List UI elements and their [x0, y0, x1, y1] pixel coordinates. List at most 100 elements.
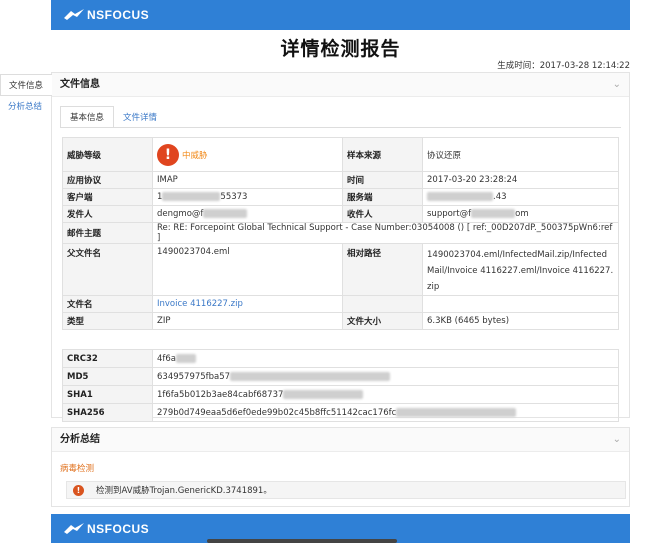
type-label: 类型	[62, 312, 153, 330]
sender-value: dengmo@f	[152, 205, 343, 223]
empty-value	[422, 295, 619, 313]
tab-file-details[interactable]: 文件详情	[114, 107, 166, 129]
generated-time-value: 2017-03-28 12:14:22	[539, 61, 630, 71]
crc32-text: 4f6a	[157, 353, 177, 364]
rel-path-value: 1490023704.eml/InfectedMail.zip/Infected…	[422, 243, 619, 296]
sender-text: dengmo@f	[157, 209, 204, 219]
recipient-suffix: om	[515, 209, 529, 219]
redacted-block	[203, 209, 248, 218]
redacted-block	[176, 353, 197, 363]
crc32-label: CRC32	[62, 349, 153, 368]
table-row: SHA256 279b0d749eaa5d6ef0ede99b02c45b8ff…	[62, 403, 619, 422]
redacted-block	[230, 371, 391, 381]
tab-basic-info[interactable]: 基本信息	[60, 106, 115, 128]
basic-info-table: 威胁等级 ! 中威胁 样本来源 协议还原 应用协议 IMAP 时间 2017-0…	[62, 137, 619, 330]
table-row: 发件人 dengmo@f 收件人 support@f om	[62, 205, 619, 223]
type-value: ZIP	[152, 312, 343, 330]
nsfocus-logo: NSFOCUS	[63, 7, 149, 23]
chevron-down-icon[interactable]: ⌄	[613, 428, 621, 452]
left-nav: 文件信息 分析总结	[0, 74, 52, 118]
nav-item-file-info[interactable]: 文件信息	[0, 74, 52, 96]
footer-brand-text: NSFOCUS	[87, 522, 150, 536]
client-value: 1 55373	[152, 188, 343, 206]
hash-table: CRC32 4f6a MD5 634957975fba57 SHA1 1f6fa…	[62, 349, 619, 422]
nsfocus-logo-footer: NSFOCUS	[63, 521, 149, 537]
generated-time: 生成时间：2017-03-28 12:14:22	[497, 59, 630, 71]
md5-text: 634957975fba57	[157, 371, 231, 382]
md5-label: MD5	[62, 367, 153, 386]
table-row: 威胁等级 ! 中威胁 样本来源 协议还原	[62, 137, 619, 172]
protocol-label: 应用协议	[62, 171, 153, 189]
sender-label: 发件人	[62, 205, 153, 223]
subject-value: Re: RE: Forcepoint Global Technical Supp…	[152, 222, 619, 244]
parent-file-value: 1490023704.eml	[152, 243, 343, 296]
table-row: MD5 634957975fba57	[62, 367, 619, 386]
redacted-block	[396, 407, 517, 417]
nav-item-analysis[interactable]: 分析总结	[0, 96, 51, 118]
recipient-value: support@f om	[422, 205, 619, 223]
client-label: 客户端	[62, 188, 153, 206]
filename-link[interactable]: Invoice 4116227.zip	[157, 299, 243, 309]
threat-level-value: 中威胁	[182, 150, 208, 161]
rel-path-label: 相对路径	[342, 243, 423, 296]
size-label: 文件大小	[342, 312, 423, 330]
report-title: 详情检测报告	[280, 38, 401, 60]
analysis-title: 分析总结	[60, 434, 100, 445]
eagle-logo-icon	[64, 523, 84, 534]
alert-icon: !	[73, 484, 84, 496]
alert-text: 检测到AV威胁Trojan.GenericKD.3741891。	[96, 486, 272, 496]
time-label: 时间	[342, 171, 423, 189]
top-banner: NSFOCUS	[51, 0, 630, 30]
server-label: 服务端	[342, 188, 423, 206]
sample-source-value: 协议还原	[422, 137, 619, 172]
sha256-text: 279b0d749eaa5d6ef0ede99b02c45b8ffc51142c…	[157, 407, 397, 418]
filename-label: 文件名	[62, 295, 153, 313]
generated-time-label: 生成时间：	[497, 61, 540, 71]
virus-detection-heading: 病毒检测	[60, 464, 95, 474]
table-row: SHA1 1f6fa5b012b3ae84cabf68737	[62, 385, 619, 404]
table-row: 应用协议 IMAP 时间 2017-03-20 23:28:24	[62, 171, 619, 189]
recipient-label: 收件人	[342, 205, 423, 223]
table-row: CRC32 4f6a	[62, 349, 619, 368]
sample-source-label: 样本来源	[342, 137, 423, 172]
recipient-prefix: support@f	[427, 209, 472, 219]
alert-row: ! 检测到AV威胁Trojan.GenericKD.3741891。	[66, 481, 626, 499]
size-value: 6.3KB (6465 bytes)	[422, 312, 619, 330]
sha256-value: 279b0d749eaa5d6ef0ede99b02c45b8ffc51142c…	[152, 403, 619, 422]
tab-divider	[60, 127, 621, 128]
eagle-logo-icon	[64, 9, 84, 20]
empty-label	[342, 295, 423, 313]
table-row: 类型 ZIP 文件大小 6.3KB (6465 bytes)	[62, 312, 619, 330]
sha1-value: 1f6fa5b012b3ae84cabf68737	[152, 385, 619, 404]
protocol-value: IMAP	[152, 171, 343, 189]
threat-level-label: 威胁等级	[62, 137, 153, 172]
file-info-tabs: 基本信息 文件详情	[60, 106, 166, 128]
table-row: 父文件名 1490023704.eml 相对路径 1490023704.eml/…	[62, 243, 619, 296]
sha256-label: SHA256	[62, 403, 153, 422]
redacted-block	[283, 389, 364, 399]
table-row: 文件名 Invoice 4116227.zip	[62, 295, 619, 313]
sha1-text: 1f6fa5b012b3ae84cabf68737	[157, 389, 284, 400]
chevron-down-icon[interactable]: ⌄	[613, 73, 621, 97]
client-value-suffix: 55373	[220, 192, 248, 202]
analysis-header[interactable]: 分析总结 ⌄	[52, 428, 629, 452]
parent-file-label: 父文件名	[62, 243, 153, 296]
time-value: 2017-03-20 23:28:24	[422, 171, 619, 189]
table-row: 客户端 1 55373 服务端 .43	[62, 188, 619, 206]
warning-icon: !	[157, 143, 179, 166]
redacted-block	[427, 192, 493, 201]
md5-value: 634957975fba57	[152, 367, 619, 386]
redacted-block	[471, 209, 516, 218]
threat-badge: ! 中威胁	[157, 143, 208, 166]
sha1-label: SHA1	[62, 385, 153, 404]
file-info-header[interactable]: 文件信息 ⌄	[52, 73, 629, 97]
analysis-panel: 分析总结 ⌄ 病毒检测 ! 检测到AV威胁Trojan.GenericKD.37…	[51, 427, 630, 507]
server-value-suffix: .43	[493, 192, 507, 202]
filename-cell: Invoice 4116227.zip	[152, 295, 343, 313]
horizontal-scrollbar[interactable]	[207, 539, 397, 543]
subject-label: 邮件主题	[62, 222, 153, 244]
file-info-panel: 文件信息 ⌄ 基本信息 文件详情 威胁等级 ! 中威胁 样本来源 协议还原 应用协…	[51, 72, 630, 422]
server-value: .43	[422, 188, 619, 206]
crc32-value: 4f6a	[152, 349, 619, 368]
brand-text: NSFOCUS	[87, 8, 150, 22]
